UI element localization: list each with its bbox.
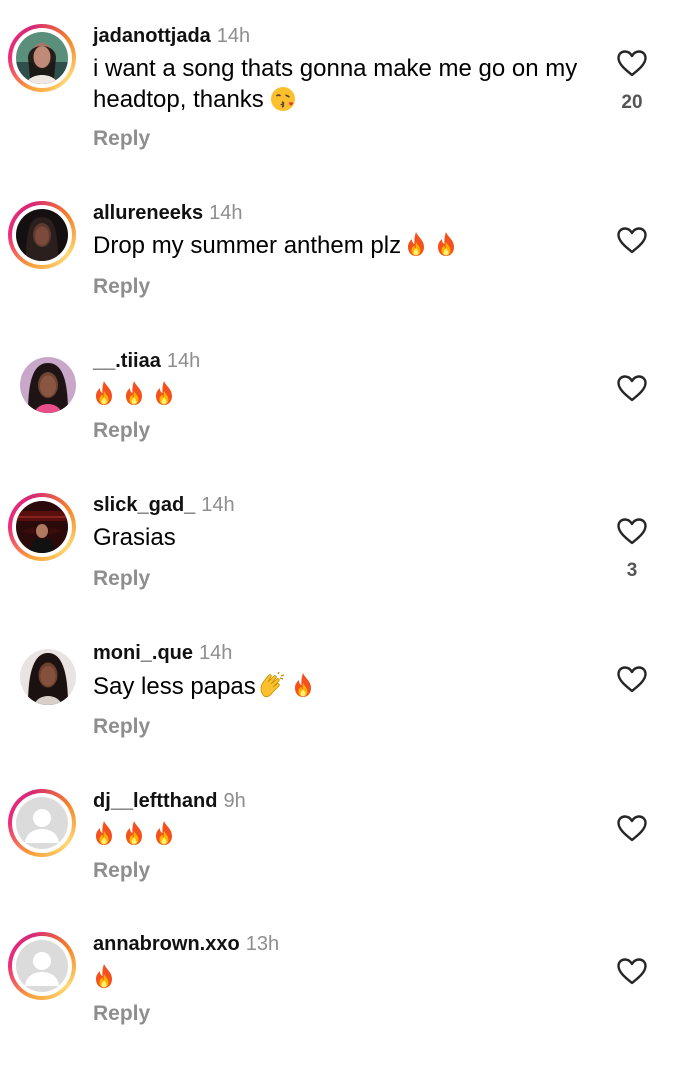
username[interactable]: __.tiiaa	[93, 350, 161, 372]
comment-text	[93, 820, 593, 850]
fire-emoji-icon	[123, 380, 145, 406]
comment-body: Say less papas	[93, 673, 256, 700]
comment-body: Grasias	[93, 524, 176, 551]
comment-meta: moni_.que 14h	[93, 641, 232, 665]
kissing-face-emoji-icon	[270, 84, 296, 114]
heart-icon[interactable]	[616, 814, 648, 842]
avatar-photo	[16, 209, 68, 261]
username[interactable]: dj__leftthand	[93, 790, 217, 812]
like-count: 20	[621, 92, 643, 113]
comment-meta: slick_gad_ 14h	[93, 493, 235, 517]
comment-text: Drop my summer anthem plz	[93, 231, 593, 261]
comment-text: Say less papas	[93, 671, 593, 702]
username[interactable]: annabrown.xxo	[93, 933, 240, 955]
reply-button[interactable]: Reply	[93, 715, 150, 739]
avatar[interactable]	[8, 493, 76, 561]
heart-icon[interactable]	[616, 665, 648, 693]
avatar-photo	[16, 501, 68, 553]
reply-button[interactable]: Reply	[93, 419, 150, 443]
default-avatar-icon	[16, 797, 68, 849]
comment-item: dj__leftthand 9h Reply	[0, 789, 681, 929]
comment-item: annabrown.xxo 13h Reply	[0, 932, 681, 1072]
heart-icon[interactable]	[616, 957, 648, 985]
username[interactable]: moni_.que	[93, 642, 193, 664]
fire-emoji-icon	[123, 820, 145, 846]
fire-emoji-icon	[435, 231, 457, 257]
comment-meta: __.tiiaa 14h	[93, 349, 200, 373]
timestamp: 13h	[245, 933, 280, 955]
username[interactable]: allureneeks	[93, 202, 203, 224]
comment-meta: dj__leftthand 9h	[93, 789, 246, 813]
reply-button[interactable]: Reply	[93, 127, 150, 151]
avatar[interactable]	[8, 201, 76, 269]
heart-icon[interactable]	[616, 49, 648, 77]
timestamp: 14h	[166, 350, 201, 372]
comment-text	[93, 963, 593, 993]
username[interactable]: jadanottjada	[93, 25, 211, 47]
comment-meta: annabrown.xxo 13h	[93, 932, 279, 956]
reply-button[interactable]: Reply	[93, 1002, 150, 1026]
avatar[interactable]	[8, 789, 76, 857]
avatar[interactable]	[8, 932, 76, 1000]
heart-icon[interactable]	[616, 226, 648, 254]
comment-item: jadanottjada 14h i want a song thats gonn…	[0, 24, 681, 164]
timestamp: 14h	[216, 25, 251, 47]
timestamp: 14h	[199, 642, 233, 664]
fire-emoji-icon	[153, 820, 175, 846]
like-count: 3	[626, 560, 638, 581]
comment-item: allureneeks 14h Drop my summer anthem plz…	[0, 201, 681, 341]
comment-meta: jadanottjada 14h	[93, 24, 250, 48]
default-avatar-icon	[16, 940, 68, 992]
fire-emoji-icon	[93, 380, 115, 406]
heart-icon[interactable]	[616, 374, 648, 402]
reply-button[interactable]: Reply	[93, 859, 150, 883]
avatar-photo	[20, 649, 76, 705]
fire-emoji-icon	[93, 963, 115, 989]
comment-body: Drop my summer anthem plz	[93, 232, 402, 259]
username[interactable]: slick_gad_	[93, 494, 195, 516]
comment-text: i want a song thats gonna make me go on …	[93, 54, 593, 115]
comment-body: i want a song thats gonna make me go on …	[93, 55, 578, 113]
avatar-photo	[16, 32, 68, 84]
fire-emoji-icon	[405, 231, 427, 257]
comment-text: Grasias	[93, 523, 593, 553]
comment-text	[93, 380, 593, 410]
timestamp: 9h	[223, 790, 246, 812]
reply-button[interactable]: Reply	[93, 567, 150, 591]
timestamp: 14h	[201, 494, 235, 516]
comment-item: slick_gad_ 14h Grasias Reply 3	[0, 493, 681, 633]
avatar-photo	[20, 357, 76, 413]
timestamp: 14h	[209, 202, 243, 224]
fire-emoji-icon	[93, 820, 115, 846]
reply-button[interactable]: Reply	[93, 275, 150, 299]
comment-meta: allureneeks 14h	[93, 201, 242, 225]
fire-emoji-icon	[292, 672, 314, 698]
avatar[interactable]	[8, 641, 76, 709]
comment-item: moni_.que 14h Say less papas Reply	[0, 641, 681, 781]
avatar[interactable]	[8, 349, 76, 417]
clapping-hands-emoji-icon	[258, 671, 286, 701]
comment-item: __.tiiaa 14h Reply	[0, 349, 681, 489]
avatar[interactable]	[8, 24, 76, 92]
heart-icon[interactable]	[616, 517, 648, 545]
fire-emoji-icon	[153, 380, 175, 406]
